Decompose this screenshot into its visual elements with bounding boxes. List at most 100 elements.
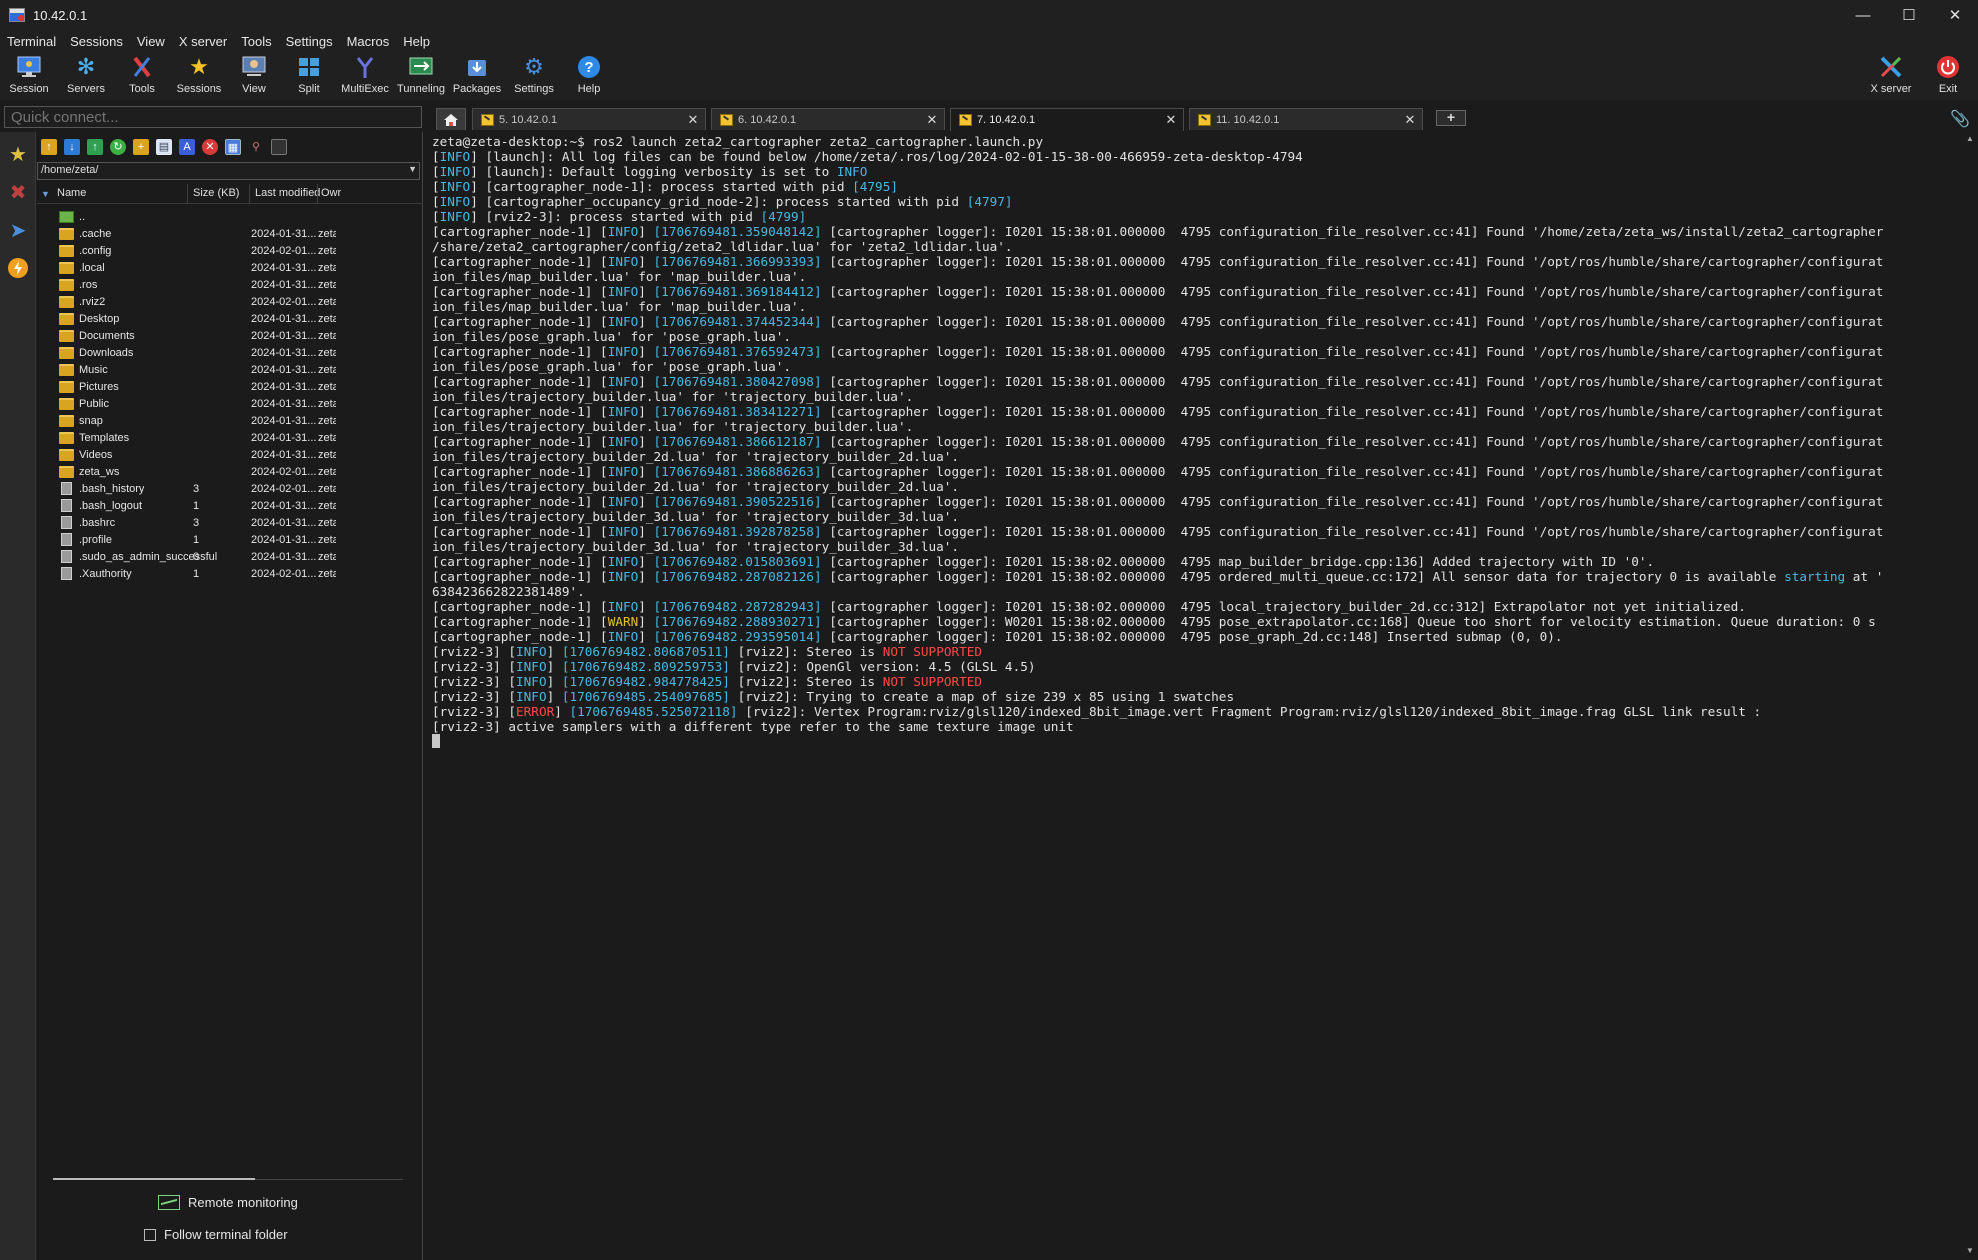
close-window-button[interactable]: ✕ xyxy=(1932,0,1978,30)
file-row[interactable]: snap 2024-01-31... zeta xyxy=(37,413,423,430)
new-file-icon[interactable]: ▤ xyxy=(156,139,172,155)
sftp-path-field[interactable]: /home/zeta/ ▼ xyxy=(37,162,420,180)
tools-side-icon[interactable]: ✖ xyxy=(4,174,32,210)
terminal-text: ] xyxy=(638,599,654,614)
view-monitor-icon xyxy=(241,54,267,80)
x-server-button[interactable]: X server xyxy=(1868,52,1914,100)
close-tab-icon[interactable]: ✕ xyxy=(1402,112,1418,128)
close-tab-icon[interactable]: ✕ xyxy=(924,112,940,128)
packages-button[interactable]: Packages xyxy=(452,52,502,100)
file-modified: 2024-01-31... xyxy=(251,228,317,240)
view-button[interactable]: View xyxy=(238,52,270,100)
terminal-output[interactable]: zeta@zeta-desktop:~$ ros2 launch zeta2_c… xyxy=(424,132,1964,1260)
home-tab[interactable] xyxy=(436,108,466,130)
file-row[interactable]: .cache 2024-01-31... zeta xyxy=(37,226,423,243)
scroll-up-icon[interactable]: ▲ xyxy=(1966,134,1974,143)
checkbox[interactable] xyxy=(144,1228,156,1241)
file-row[interactable]: Public 2024-01-31... zeta xyxy=(37,396,423,413)
new-folder-icon[interactable]: + xyxy=(133,139,149,155)
monitoring-chart-icon xyxy=(158,1195,180,1210)
file-row[interactable]: .config 2024-02-01... zeta xyxy=(37,243,423,260)
help-button[interactable]: ? Help xyxy=(574,52,604,100)
tunneling-button[interactable]: Tunneling xyxy=(396,52,446,100)
file-owner: zeta xyxy=(318,415,336,427)
file-row[interactable]: .bashrc 3 2024-01-31... zeta xyxy=(37,515,423,532)
tab-session-7[interactable]: 7. 10.42.0.1 ✕ xyxy=(950,108,1184,131)
favorites-star-icon[interactable]: ★ xyxy=(4,136,32,172)
terminal-text: ] xyxy=(638,494,654,509)
chevron-down-icon[interactable]: ▼ xyxy=(408,164,417,174)
file-row[interactable]: Templates 2024-01-31... zeta xyxy=(37,430,423,447)
session-button[interactable]: Session xyxy=(8,52,50,100)
split-button[interactable]: Split xyxy=(294,52,324,100)
settings-button[interactable]: ⚙ Settings xyxy=(510,52,558,100)
file-row[interactable]: .local 2024-01-31... zeta xyxy=(37,260,423,277)
scroll-down-icon[interactable]: ▼ xyxy=(1966,1246,1974,1255)
menu-macros[interactable]: Macros xyxy=(340,34,397,49)
file-row[interactable]: .bash_logout 1 2024-01-31... zeta xyxy=(37,498,423,515)
file-row[interactable]: Downloads 2024-01-31... zeta xyxy=(37,345,423,362)
file-row[interactable]: Desktop 2024-01-31... zeta xyxy=(37,311,423,328)
menu-x-server[interactable]: X server xyxy=(172,34,234,49)
file-row[interactable]: .ros 2024-01-31... zeta xyxy=(37,277,423,294)
minimize-button[interactable]: — xyxy=(1840,0,1886,30)
file-name: .bash_history xyxy=(79,483,145,495)
paperclip-icon[interactable]: 📎 xyxy=(1950,109,1970,129)
help-question-icon: ? xyxy=(576,54,602,80)
terminal-sync-icon[interactable] xyxy=(271,139,287,155)
hidden-files-toggle-icon[interactable]: ▦ xyxy=(225,139,241,155)
tab-session-5[interactable]: 5. 10.42.0.1 ✕ xyxy=(472,108,706,130)
tab-session-11[interactable]: 11. 10.42.0.1 ✕ xyxy=(1189,108,1423,130)
file-row[interactable]: .profile 1 2024-01-31... zeta xyxy=(37,532,423,549)
tools-button[interactable]: Tools xyxy=(124,52,160,100)
download-icon[interactable]: ↓ xyxy=(64,139,80,155)
multiexec-button[interactable]: MultiExec xyxy=(340,52,390,100)
file-name: snap xyxy=(79,415,103,427)
rename-icon[interactable]: A xyxy=(179,139,195,155)
file-size: 0 xyxy=(193,551,200,563)
refresh-icon[interactable]: ↻ xyxy=(110,139,126,155)
file-row[interactable]: zeta_ws 2024-02-01... zeta xyxy=(37,464,423,481)
parent-folder-icon[interactable]: ↑ xyxy=(41,139,57,155)
terminal-scrollbar[interactable]: ▲ ▼ xyxy=(1964,132,1978,1260)
close-tab-icon[interactable]: ✕ xyxy=(1163,112,1179,128)
file-row[interactable]: .Xauthority 1 2024-02-01... zeta xyxy=(37,566,423,583)
column-size[interactable]: Size (KB) xyxy=(193,187,239,199)
file-row[interactable]: .rviz2 2024-02-01... zeta xyxy=(37,294,423,311)
quick-connect-input[interactable] xyxy=(4,106,422,128)
menu-sessions[interactable]: Sessions xyxy=(63,34,130,49)
sessions-button[interactable]: ★ Sessions xyxy=(176,52,222,100)
file-row[interactable]: Documents 2024-01-31... zeta xyxy=(37,328,423,345)
terminal-text: [cartographer_node-1] [ xyxy=(432,629,608,644)
folder-icon xyxy=(59,313,74,325)
permissions-key-icon[interactable]: ⚲ xyxy=(248,139,264,155)
file-modified: 2024-01-31... xyxy=(251,534,317,546)
close-tab-icon[interactable]: ✕ xyxy=(685,112,701,128)
maximize-button[interactable]: ☐ xyxy=(1886,0,1932,30)
menu-view[interactable]: View xyxy=(130,34,172,49)
file-row[interactable]: .bash_history 3 2024-02-01... zeta xyxy=(37,481,423,498)
menu-terminal[interactable]: Terminal xyxy=(0,34,63,49)
exit-button[interactable]: Exit xyxy=(1934,52,1962,100)
servers-button[interactable]: ✻ Servers xyxy=(64,52,108,100)
column-owner[interactable]: Owr xyxy=(321,187,341,199)
menu-help[interactable]: Help xyxy=(396,34,437,49)
tab-session-6[interactable]: 6. 10.42.0.1 ✕ xyxy=(711,108,945,130)
file-row[interactable]: Videos 2024-01-31... zeta xyxy=(37,447,423,464)
new-tab-button[interactable]: + xyxy=(1436,110,1466,126)
column-modified[interactable]: Last modified xyxy=(255,187,320,199)
macros-side-icon[interactable] xyxy=(4,250,32,286)
delete-icon[interactable]: ✕ xyxy=(202,139,218,155)
menu-settings[interactable]: Settings xyxy=(279,34,340,49)
file-modified: 2024-01-31... xyxy=(251,415,317,427)
column-name[interactable]: Name xyxy=(57,187,86,199)
remote-monitoring-button[interactable]: Remote monitoring xyxy=(158,1195,298,1210)
file-row[interactable]: Pictures 2024-01-31... zeta xyxy=(37,379,423,396)
file-row[interactable]: .. xyxy=(37,209,423,226)
sftp-paper-plane-icon[interactable]: ➤ xyxy=(4,212,32,248)
upload-icon[interactable]: ↑ xyxy=(87,139,103,155)
file-row[interactable]: Music 2024-01-31... zeta xyxy=(37,362,423,379)
file-row[interactable]: .sudo_as_admin_successful 0 2024-01-31... z… xyxy=(37,549,423,566)
menu-tools[interactable]: Tools xyxy=(234,34,278,49)
follow-terminal-folder-checkbox[interactable]: Follow terminal folder xyxy=(144,1227,288,1242)
